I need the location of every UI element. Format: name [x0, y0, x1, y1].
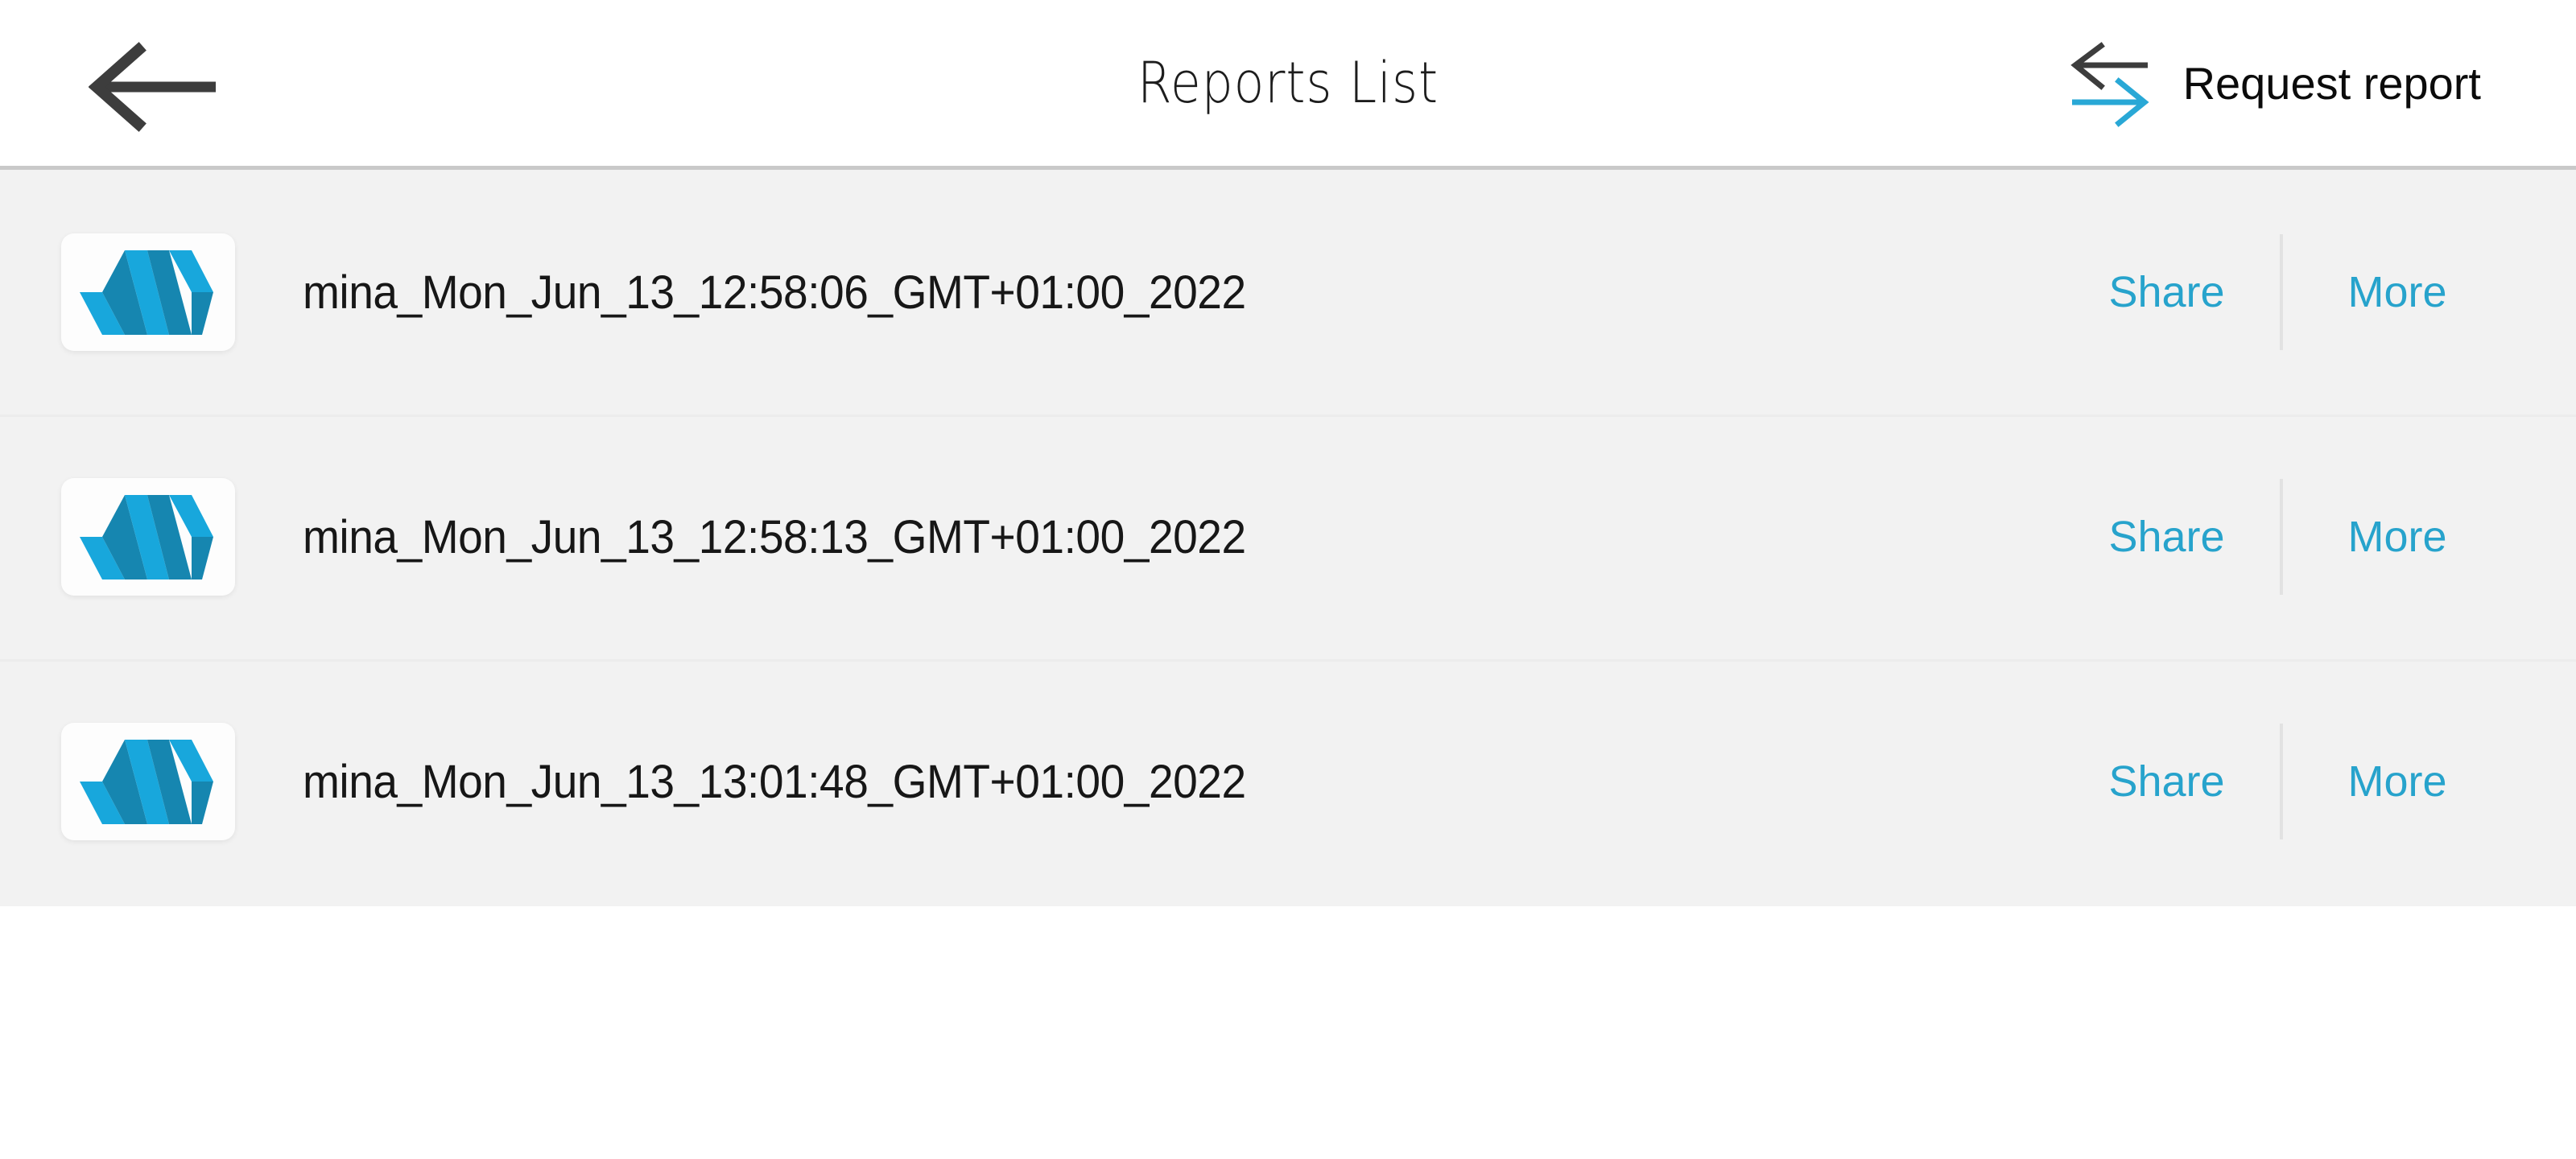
- action-divider: [2280, 479, 2283, 595]
- more-button[interactable]: More: [2314, 515, 2481, 559]
- reports-list-screen: Reports List Request report mina_Mon_Jun…: [0, 0, 2576, 1159]
- mina-waveform-logo-icon: [78, 493, 219, 581]
- mina-waveform-logo-icon: [78, 737, 219, 826]
- report-name: mina_Mon_Jun_13_12:58:13_GMT+01:00_2022: [303, 510, 1246, 563]
- app-header: Reports List Request report: [0, 0, 2576, 170]
- share-button[interactable]: Share: [2084, 515, 2249, 559]
- reports-list: mina_Mon_Jun_13_12:58:06_GMT+01:00_2022 …: [0, 170, 2576, 906]
- table-row[interactable]: mina_Mon_Jun_13_12:58:06_GMT+01:00_2022 …: [0, 170, 2576, 415]
- row-actions: Share More: [2084, 477, 2481, 596]
- report-name: mina_Mon_Jun_13_12:58:06_GMT+01:00_2022: [303, 266, 1246, 319]
- table-row[interactable]: mina_Mon_Jun_13_13:01:48_GMT+01:00_2022 …: [0, 659, 2576, 904]
- request-report-button[interactable]: Request report: [2066, 27, 2481, 140]
- back-button[interactable]: [89, 42, 221, 132]
- row-actions: Share More: [2084, 233, 2481, 352]
- mina-waveform-logo-icon: [78, 248, 219, 336]
- report-name: mina_Mon_Jun_13_13:01:48_GMT+01:00_2022: [303, 755, 1246, 808]
- share-button[interactable]: Share: [2084, 760, 2249, 803]
- page-footer-empty-area: [0, 906, 2576, 1159]
- arrow-left-icon: [89, 42, 221, 132]
- more-button[interactable]: More: [2314, 270, 2481, 314]
- transfer-arrows-icon: [2066, 39, 2154, 128]
- report-logo-card: [61, 478, 235, 596]
- table-row[interactable]: mina_Mon_Jun_13_12:58:13_GMT+01:00_2022 …: [0, 415, 2576, 659]
- report-logo-card: [61, 233, 235, 351]
- action-divider: [2280, 724, 2283, 839]
- row-actions: Share More: [2084, 722, 2481, 841]
- more-button[interactable]: More: [2314, 760, 2481, 803]
- report-logo-card: [61, 723, 235, 840]
- share-button[interactable]: Share: [2084, 270, 2249, 314]
- action-divider: [2280, 234, 2283, 350]
- request-report-label: Request report: [2182, 58, 2481, 109]
